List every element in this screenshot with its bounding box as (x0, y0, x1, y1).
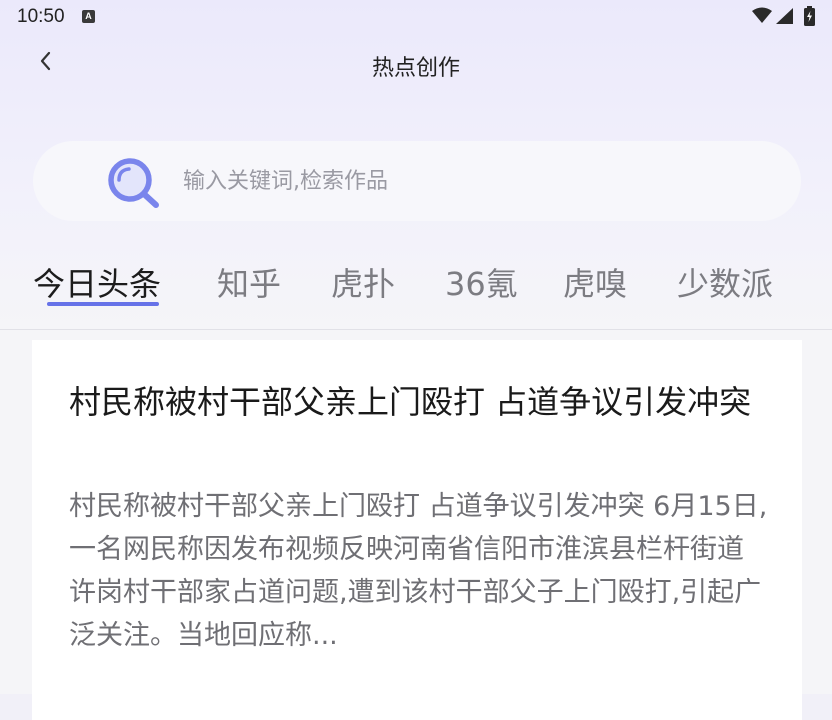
article-summary: 村民称被村干部父亲上门殴打 占道争议引发冲突 6月15日,一名网民称因发布视频反… (69, 491, 768, 651)
search-bar[interactable] (33, 141, 801, 221)
tab-toutiao[interactable]: 今日头条 (33, 259, 161, 305)
page-title: 热点创作 (371, 56, 460, 81)
article-card[interactable]: 村民称被村干部父亲上门殴打 占道争议引发冲突 村民称被村干部父亲上门殴打 占道争… (32, 340, 802, 720)
tab-hupu[interactable]: 虎扑 (331, 259, 395, 305)
signal-icon (776, 8, 793, 24)
tab-36kr[interactable]: 36氪 (445, 259, 518, 305)
tab-huxiu[interactable]: 虎嗅 (563, 259, 627, 305)
tab-divider (0, 329, 832, 330)
article-title: 村民称被村干部父亲上门殴打 占道争议引发冲突 (69, 383, 752, 421)
status-bar: 10:50 A (0, 0, 832, 34)
tab-sspai[interactable]: 少数派 (677, 259, 773, 305)
wifi-icon (752, 7, 772, 23)
battery-icon (804, 6, 815, 26)
notification-icon: A (82, 10, 95, 23)
search-input[interactable] (183, 159, 763, 203)
active-tab-indicator (47, 302, 159, 306)
tab-bar: 今日头条 知乎 虎扑 36氪 虎嗅 少数派 (0, 250, 832, 310)
status-time: 10:50 (17, 6, 65, 27)
tab-zhihu[interactable]: 知乎 (217, 259, 281, 305)
search-icon (108, 158, 159, 208)
app-header: 热点创作 (0, 34, 832, 104)
